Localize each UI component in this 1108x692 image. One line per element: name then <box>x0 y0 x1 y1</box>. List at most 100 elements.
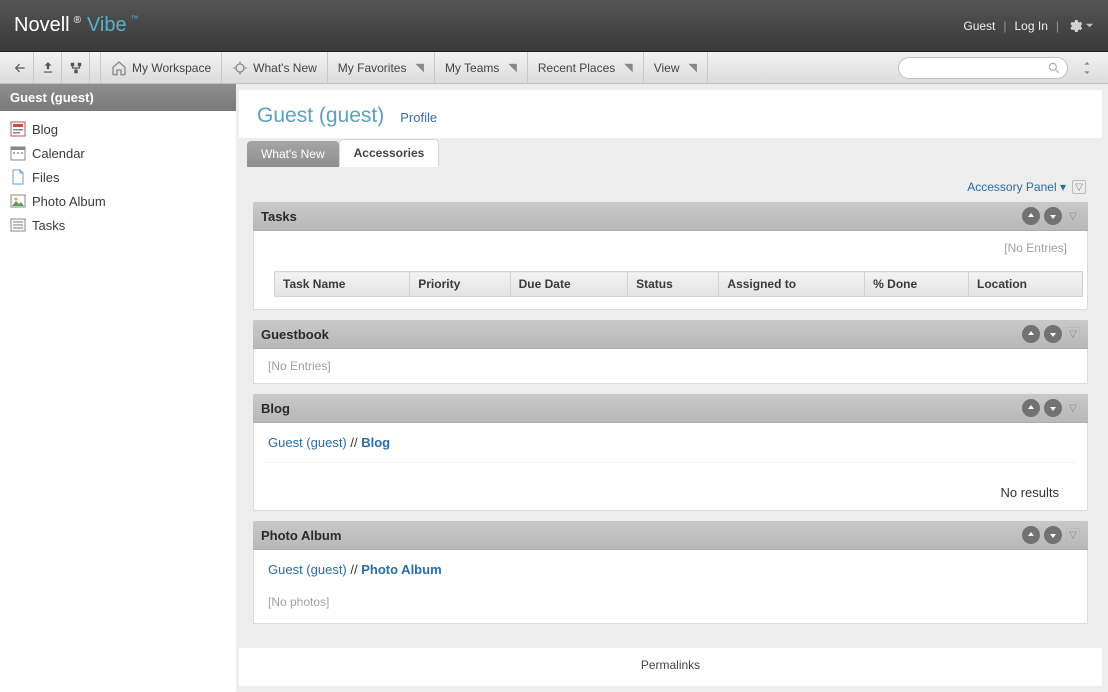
panel-body: [No Entries] <box>253 349 1088 384</box>
panel-tasks: Tasks ▽ [No Entries] Task Name Priority … <box>253 202 1088 310</box>
back-button[interactable] <box>6 52 34 83</box>
content-shell: Guest (guest) Blog Calendar Files Photo … <box>0 84 1108 692</box>
sidebar-item-label: Tasks <box>32 218 65 233</box>
brand-tm: ™ <box>131 14 139 23</box>
move-up-button[interactable] <box>1022 207 1040 225</box>
move-up-button[interactable] <box>1022 399 1040 417</box>
tab-accessories[interactable]: Accessories <box>339 139 440 167</box>
panel-header: Tasks ▽ <box>253 202 1088 231</box>
upload-button[interactable] <box>34 52 62 83</box>
sidebar-item-photo-album[interactable]: Photo Album <box>0 189 236 213</box>
accessory-panel-link[interactable]: Accessory Panel ▾ <box>967 180 1066 194</box>
chevron-icon: ◥ <box>415 61 423 74</box>
collapse-button[interactable]: ▽ <box>1072 180 1086 194</box>
col-status[interactable]: Status <box>628 272 719 297</box>
separator: | <box>1003 19 1006 33</box>
crumb-user-link[interactable]: Guest (guest) <box>268 435 347 450</box>
crumb-user-link[interactable]: Guest (guest) <box>268 562 347 577</box>
crumb-target-link[interactable]: Blog <box>361 435 390 450</box>
menu-whats-new[interactable]: What's New <box>222 52 328 83</box>
menu-view[interactable]: View ◥ <box>644 52 708 83</box>
col-assigned-to[interactable]: Assigned to <box>719 272 865 297</box>
menu-my-teams[interactable]: My Teams ◥ <box>435 52 528 83</box>
sidebar-item-label: Calendar <box>32 146 85 161</box>
no-entries-label: [No Entries] <box>254 349 1087 383</box>
col-percent-done[interactable]: % Done <box>865 272 969 297</box>
panel-title: Guestbook <box>261 327 329 342</box>
dropdown-triangle-icon: ▾ <box>1060 180 1066 194</box>
profile-link[interactable]: Profile <box>400 110 437 125</box>
panel-header: Blog ▽ <box>253 394 1088 423</box>
col-task-name[interactable]: Task Name <box>275 272 410 297</box>
panel-photo-album: Photo Album ▽ Guest (guest) // Photo Alb… <box>253 521 1088 624</box>
panel-menu-button[interactable]: ▽ <box>1066 327 1080 341</box>
panel-title: Photo Album <box>261 528 341 543</box>
arrow-down-icon <box>1048 530 1058 540</box>
upload-icon <box>41 61 55 75</box>
arrow-up-icon <box>1026 530 1036 540</box>
search-input[interactable] <box>898 57 1068 79</box>
panel-menu-button[interactable]: ▽ <box>1066 528 1080 542</box>
main: Guest (guest) Profile What's New Accesso… <box>239 90 1102 686</box>
panel-menu-button[interactable]: ▽ <box>1066 209 1080 223</box>
panel-body: Guest (guest) // Blog No results <box>253 423 1088 511</box>
panel-body: [No Entries] Task Name Priority Due Date… <box>253 231 1088 310</box>
panel-header: Guestbook ▽ <box>253 320 1088 349</box>
tab-whats-new[interactable]: What's New <box>247 141 339 167</box>
move-down-button[interactable] <box>1044 207 1062 225</box>
menu-label: My Workspace <box>132 61 211 75</box>
move-up-button[interactable] <box>1022 325 1040 343</box>
sidebar-item-calendar[interactable]: Calendar <box>0 141 236 165</box>
no-results-label: No results <box>264 462 1077 510</box>
photo-icon <box>10 193 26 209</box>
brand: Novell® Vibe™ <box>14 14 139 37</box>
panel-actions: ▽ <box>1022 325 1080 343</box>
move-down-button[interactable] <box>1044 526 1062 544</box>
toolbar: My Workspace What's New My Favorites ◥ M… <box>0 52 1108 84</box>
chevron-icon: ◥ <box>508 61 516 74</box>
menu-recent-places[interactable]: Recent Places ◥ <box>528 52 644 83</box>
sidebar-title: Guest (guest) <box>0 84 236 111</box>
col-due-date[interactable]: Due Date <box>510 272 627 297</box>
menu-label: View <box>654 61 680 75</box>
arrow-up-icon <box>1026 329 1036 339</box>
tasks-icon <box>10 217 26 233</box>
gear-icon <box>1067 18 1083 34</box>
panel-menu-button[interactable]: ▽ <box>1066 401 1080 415</box>
arrow-up-icon <box>1026 403 1036 413</box>
hierarchy-icon <box>69 61 83 75</box>
col-priority[interactable]: Priority <box>410 272 510 297</box>
settings-menu[interactable] <box>1067 18 1094 34</box>
menu-my-favorites[interactable]: My Favorites ◥ <box>328 52 435 83</box>
menu-label: My Favorites <box>338 61 407 75</box>
file-icon <box>10 169 26 185</box>
sidebar: Guest (guest) Blog Calendar Files Photo … <box>0 84 239 692</box>
menu-label: What's New <box>253 61 317 75</box>
crumb-target-link[interactable]: Photo Album <box>361 562 441 577</box>
menu-my-workspace[interactable]: My Workspace <box>100 52 222 83</box>
search-options[interactable] <box>1072 52 1102 83</box>
toolbar-menus: My Workspace What's New My Favorites ◥ M… <box>100 52 708 83</box>
sidebar-item-files[interactable]: Files <box>0 165 236 189</box>
move-up-button[interactable] <box>1022 526 1040 544</box>
back-arrow-icon <box>12 61 28 75</box>
crumb-target-label: Blog <box>361 435 390 450</box>
move-down-button[interactable] <box>1044 325 1062 343</box>
user-link[interactable]: Guest <box>963 19 995 33</box>
page-title-row: Guest (guest) Profile <box>253 100 1088 138</box>
tree-button[interactable] <box>62 52 90 83</box>
login-link[interactable]: Log In <box>1015 19 1048 33</box>
sidebar-item-tasks[interactable]: Tasks <box>0 213 236 237</box>
masthead: Novell® Vibe™ Guest | Log In | <box>0 0 1108 52</box>
no-photos-label: [No photos] <box>254 589 1087 623</box>
sidebar-item-label: Blog <box>32 122 58 137</box>
menu-label: Recent Places <box>538 61 615 75</box>
sidebar-item-blog[interactable]: Blog <box>0 117 236 141</box>
chevron-down-icon <box>1085 21 1094 30</box>
breadcrumb-separator: // <box>350 435 361 450</box>
permalinks-link[interactable]: Permalinks <box>253 648 1088 672</box>
sidebar-list: Blog Calendar Files Photo Album Tasks <box>0 111 236 243</box>
col-location[interactable]: Location <box>968 272 1082 297</box>
move-down-button[interactable] <box>1044 399 1062 417</box>
breadcrumb-separator: // <box>350 562 361 577</box>
